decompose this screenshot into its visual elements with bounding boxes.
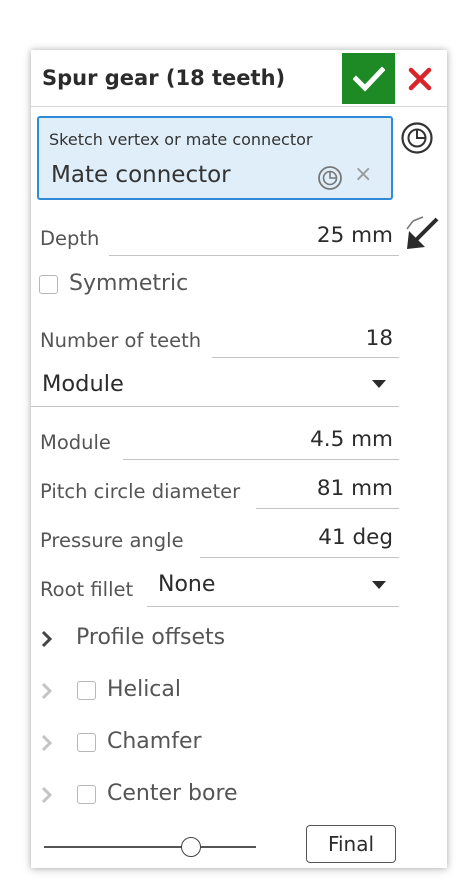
cancel-button[interactable] xyxy=(403,62,437,96)
pressure-label: Pressure angle xyxy=(40,529,184,552)
chevron-right-icon xyxy=(41,734,53,752)
clear-selection-icon[interactable]: × xyxy=(354,162,372,187)
teeth-label: Number of teeth xyxy=(40,329,202,352)
rollback-slider-track[interactable] xyxy=(44,846,256,848)
helical-checkbox[interactable] xyxy=(77,681,96,700)
accept-button[interactable] xyxy=(342,53,395,104)
center-bore-label: Center bore xyxy=(107,781,238,806)
root-fillet-dropdown[interactable]: None xyxy=(147,562,399,606)
root-fillet-value: None xyxy=(158,572,216,597)
module-underline xyxy=(123,459,399,460)
chevron-right-icon xyxy=(41,630,53,648)
center-bore-checkbox[interactable] xyxy=(77,785,96,804)
mate-connector-icon[interactable] xyxy=(400,121,434,155)
pitch-label: Pitch circle diameter xyxy=(40,480,241,503)
module-input[interactable]: 4.5 mm xyxy=(181,427,393,452)
profile-offsets-label: Profile offsets xyxy=(76,625,226,650)
teeth-underline xyxy=(212,357,399,358)
pitch-input[interactable]: 81 mm xyxy=(271,476,393,501)
final-button[interactable]: Final xyxy=(306,825,396,863)
root-fillet-label: Root fillet xyxy=(40,578,134,601)
helical-section[interactable]: Helical xyxy=(31,672,399,710)
chevron-right-icon xyxy=(41,682,53,700)
caret-down-icon xyxy=(372,380,386,388)
gear-mode-dropdown[interactable]: Module xyxy=(31,360,399,406)
gear-mode-value: Module xyxy=(42,371,124,397)
teeth-input[interactable]: 18 xyxy=(231,326,393,351)
gear-mode-divider xyxy=(31,406,399,407)
root-fillet-underline xyxy=(147,606,399,607)
chamfer-checkbox[interactable] xyxy=(77,733,96,752)
dialog-header: Spur gear (18 teeth) xyxy=(31,50,447,107)
pressure-input[interactable]: 41 deg xyxy=(221,525,393,550)
dialog-title: Spur gear (18 teeth) xyxy=(42,66,286,90)
selection-field[interactable]: Sketch vertex or mate connector Mate con… xyxy=(37,116,393,200)
mate-connector-icon[interactable] xyxy=(317,165,343,191)
symmetric-label: Symmetric xyxy=(69,271,189,296)
flip-direction-icon[interactable] xyxy=(403,213,441,255)
depth-underline xyxy=(109,255,399,256)
pressure-underline xyxy=(200,557,399,558)
close-icon xyxy=(408,67,432,91)
depth-label: Depth xyxy=(40,227,100,250)
selection-value[interactable]: Mate connector xyxy=(51,162,231,188)
selection-label: Sketch vertex or mate connector xyxy=(49,130,313,149)
depth-input[interactable]: 25 mm xyxy=(151,223,393,248)
feature-dialog: Spur gear (18 teeth) Sketch vertex or ma… xyxy=(31,50,447,868)
chamfer-label: Chamfer xyxy=(107,729,202,754)
helical-label: Helical xyxy=(107,677,181,702)
chevron-right-icon xyxy=(41,786,53,804)
symmetric-checkbox[interactable] xyxy=(39,275,58,294)
check-icon xyxy=(352,65,385,92)
center-bore-section[interactable]: Center bore xyxy=(31,776,399,814)
chamfer-section[interactable]: Chamfer xyxy=(31,724,399,762)
profile-offsets-section[interactable]: Profile offsets xyxy=(31,620,399,658)
pitch-underline xyxy=(256,508,399,509)
caret-down-icon xyxy=(372,581,386,589)
rollback-slider-thumb[interactable] xyxy=(181,837,201,857)
module-label: Module xyxy=(40,431,111,454)
